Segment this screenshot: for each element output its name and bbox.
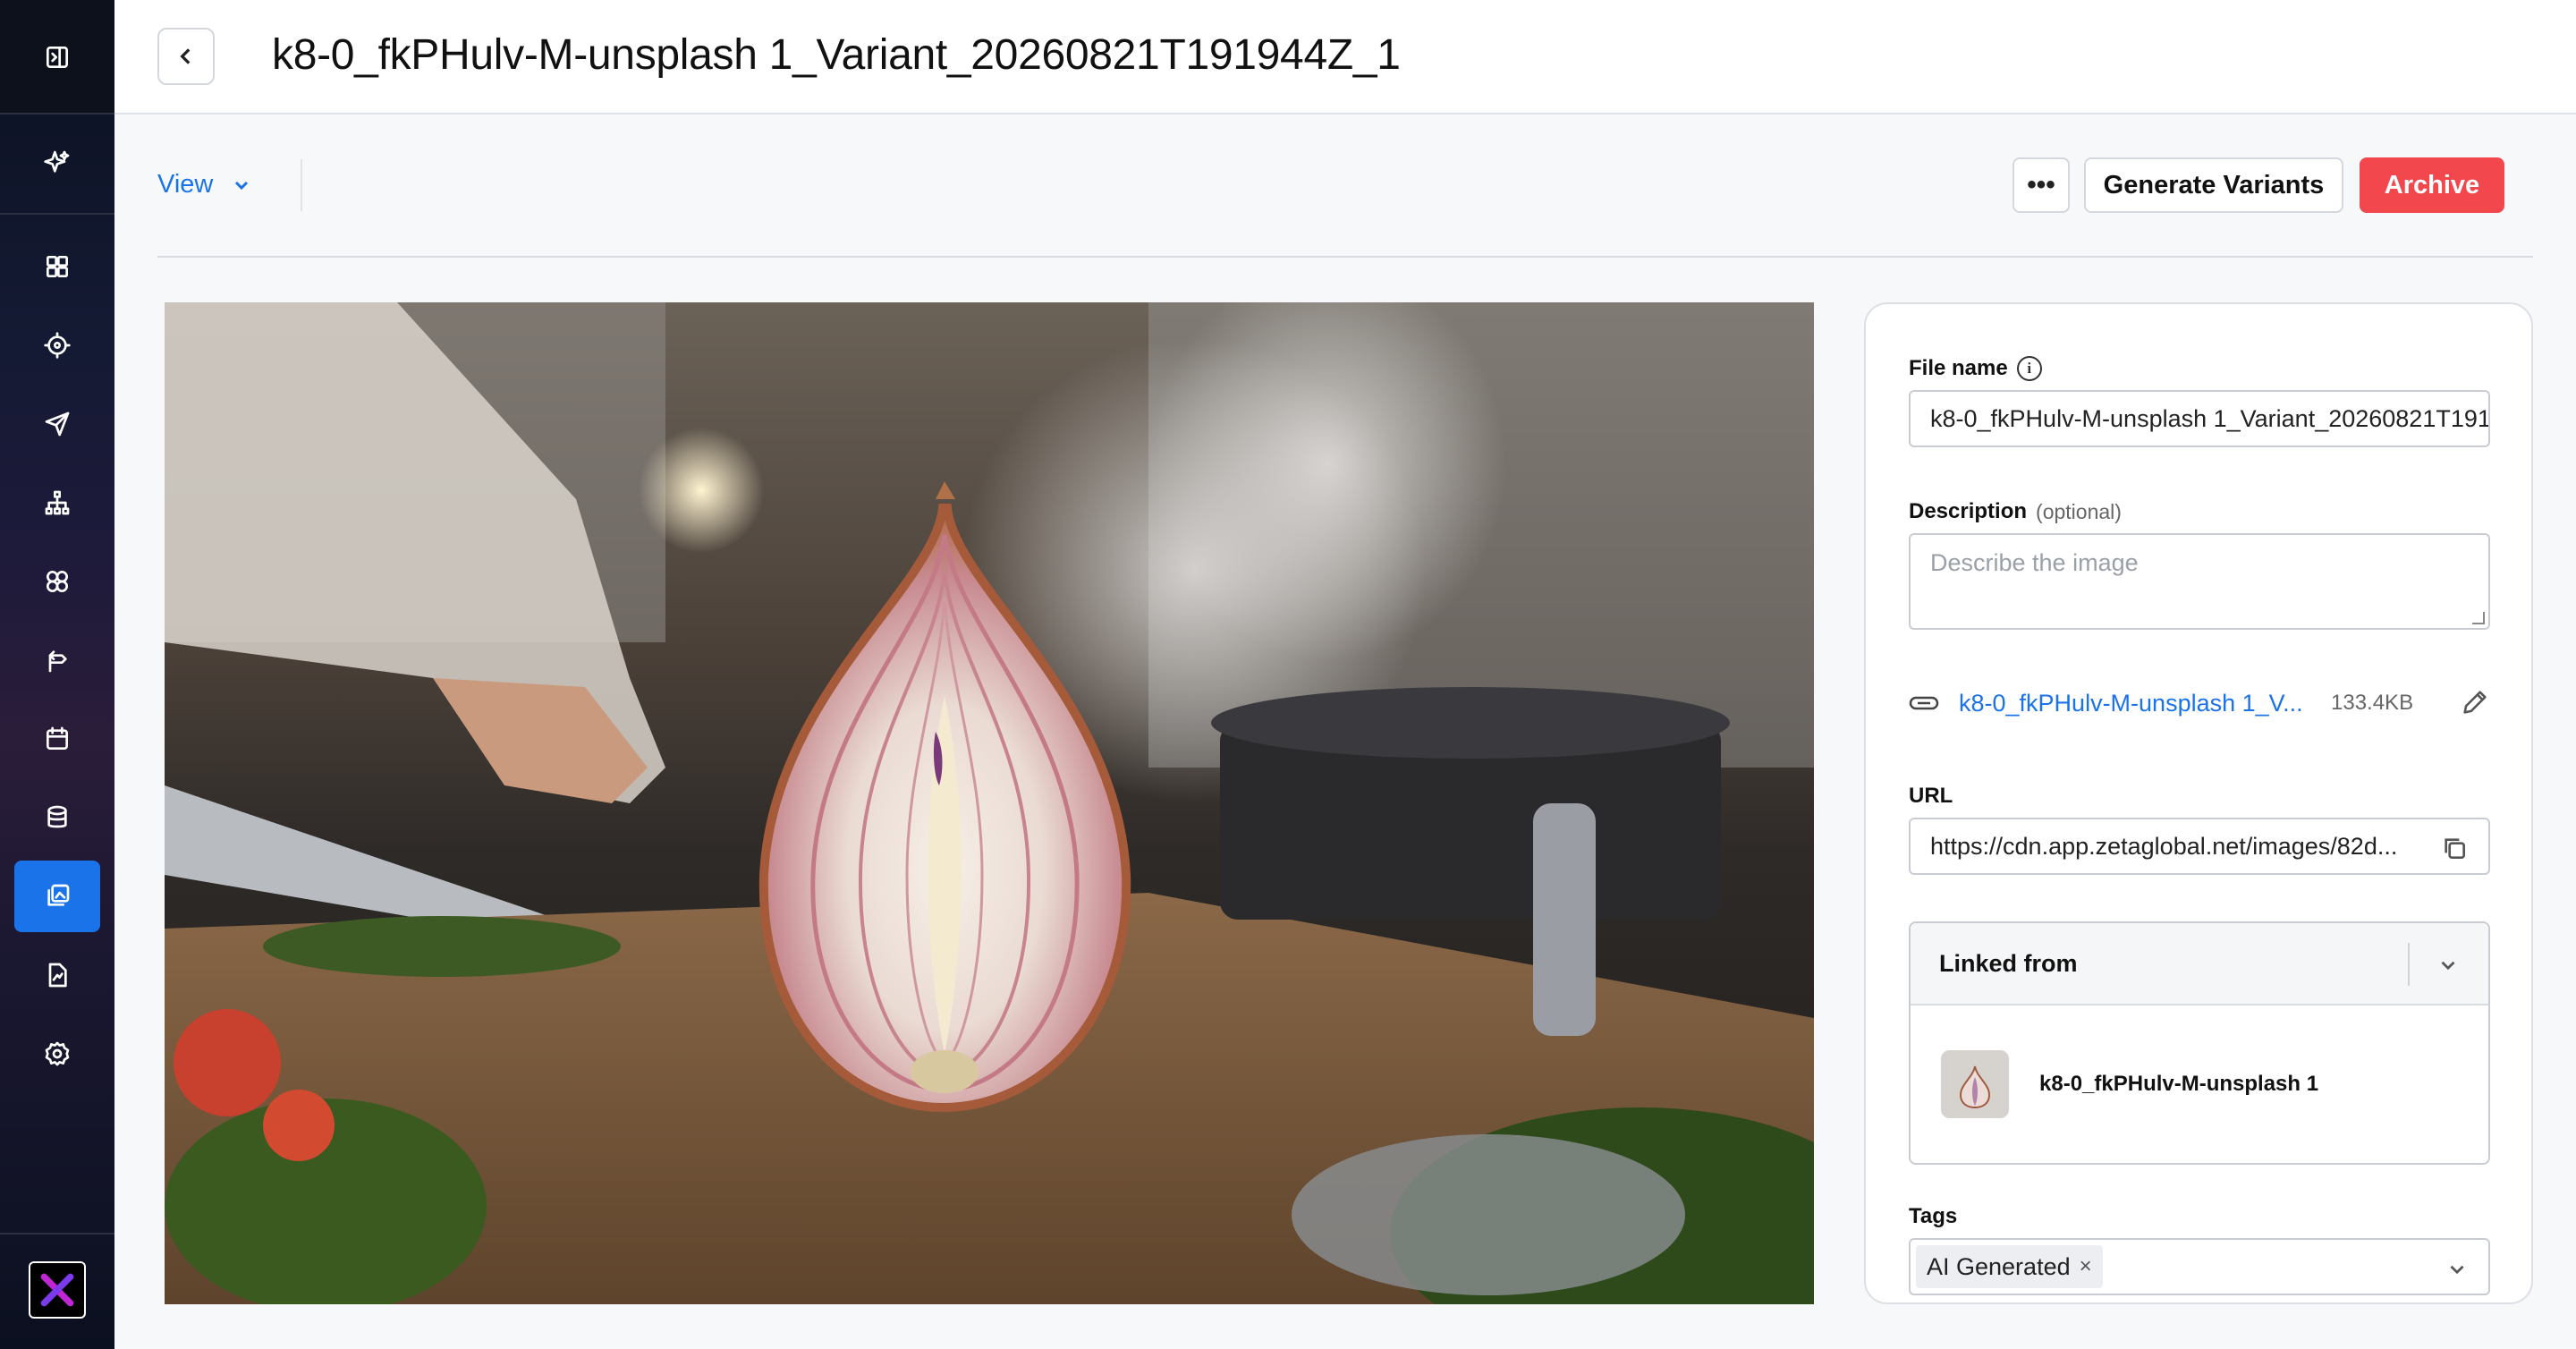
asset-details-panel: File name i k8-0_fkPHulv-M-unsplash 1_Va… <box>1864 302 2533 1304</box>
settings-icon[interactable] <box>36 1032 79 1075</box>
view-dropdown[interactable]: View <box>157 170 252 199</box>
file-name-label: File name i <box>1909 356 2042 381</box>
target-icon[interactable] <box>36 324 79 367</box>
sidebar-divider <box>0 213 114 215</box>
journey-icon[interactable] <box>36 639 79 682</box>
file-download-link[interactable]: k8-0_fkPHulv-M-unsplash 1_V... <box>1959 690 2317 717</box>
file-size: 133.4KB <box>2331 691 2414 715</box>
tag-chip: AI Generated × <box>1916 1245 2103 1288</box>
info-icon[interactable]: i <box>2016 356 2042 381</box>
back-button[interactable] <box>157 28 215 85</box>
linked-from-divider <box>2408 943 2410 986</box>
copy-icon[interactable] <box>2440 834 2469 862</box>
hierarchy-icon[interactable] <box>36 481 79 524</box>
calendar-icon[interactable] <box>36 717 79 760</box>
dashboard-icon[interactable] <box>36 245 79 288</box>
generate-variants-button[interactable]: Generate Variants <box>2084 157 2343 213</box>
chevron-left-icon <box>180 48 191 64</box>
sidebar-bottom-divider <box>0 1233 114 1234</box>
linked-from-section: Linked from k8-0_fkPHulv-M-unsplash 1 <box>1909 921 2490 1165</box>
more-options-button[interactable]: ••• <box>2012 157 2070 213</box>
page-title: k8-0_fkPHulv-M-unsplash 1_Variant_202608… <box>272 31 1401 79</box>
url-label: URL <box>1909 784 1953 808</box>
page-header: k8-0_fkPHulv-M-unsplash 1_Variant_202608… <box>114 0 2576 115</box>
url-value: https://cdn.app.zetaglobal.net/images/82… <box>1930 832 2398 860</box>
linked-asset-thumbnail[interactable] <box>1941 1050 2009 1118</box>
report-icon[interactable] <box>36 954 79 997</box>
linked-from-title: Linked from <box>1939 950 2078 977</box>
toolbar-divider <box>301 159 302 211</box>
tag-label: AI Generated <box>1927 1252 2071 1280</box>
tags-select[interactable]: AI Generated × <box>1909 1238 2490 1295</box>
database-icon[interactable] <box>36 796 79 839</box>
description-label: Description (optional) <box>1909 499 2122 524</box>
asset-image <box>165 302 1814 1304</box>
chevron-down-icon[interactable] <box>2436 954 2460 977</box>
view-label: View <box>157 170 214 199</box>
collapse-icon[interactable] <box>36 36 79 79</box>
chevron-down-icon <box>235 181 249 190</box>
brand-logo[interactable] <box>29 1261 86 1319</box>
toolbar: View ••• Generate Variants Archive <box>157 115 2533 258</box>
description-label-text: Description <box>1909 499 2028 523</box>
send-icon[interactable] <box>36 403 79 445</box>
sparkle-icon[interactable] <box>36 141 79 184</box>
onion-thumbnail-image <box>1941 1050 2009 1118</box>
segments-icon[interactable] <box>36 560 79 603</box>
pencil-icon[interactable] <box>2460 687 2490 717</box>
archive-button[interactable]: Archive <box>2360 157 2504 213</box>
assets-icon[interactable] <box>36 875 79 918</box>
sidebar <box>0 0 114 1349</box>
tag-remove-icon[interactable]: × <box>2080 1254 2092 1279</box>
attachment-icon <box>1909 696 1939 710</box>
file-name-input[interactable]: k8-0_fkPHulv-M-unsplash 1_Variant_202608… <box>1909 390 2490 447</box>
file-attachment-row: k8-0_fkPHulv-M-unsplash 1_V... 133.4KB <box>1909 685 2490 721</box>
optional-hint: (optional) <box>2036 499 2122 523</box>
url-input[interactable]: https://cdn.app.zetaglobal.net/images/82… <box>1909 818 2490 875</box>
description-placeholder: Describe the image <box>1930 549 2139 576</box>
onion-photo <box>165 302 1814 1304</box>
description-textarea[interactable]: Describe the image <box>1909 533 2490 630</box>
resize-grip-icon[interactable] <box>2472 612 2485 624</box>
linked-from-header[interactable]: Linked from <box>1911 923 2488 1005</box>
file-name-label-text: File name <box>1909 356 2008 380</box>
chevron-down-icon[interactable] <box>2445 1258 2469 1281</box>
tags-label: Tags <box>1909 1204 1958 1228</box>
linked-asset-name[interactable]: k8-0_fkPHulv-M-unsplash 1 <box>2039 1072 2318 1097</box>
